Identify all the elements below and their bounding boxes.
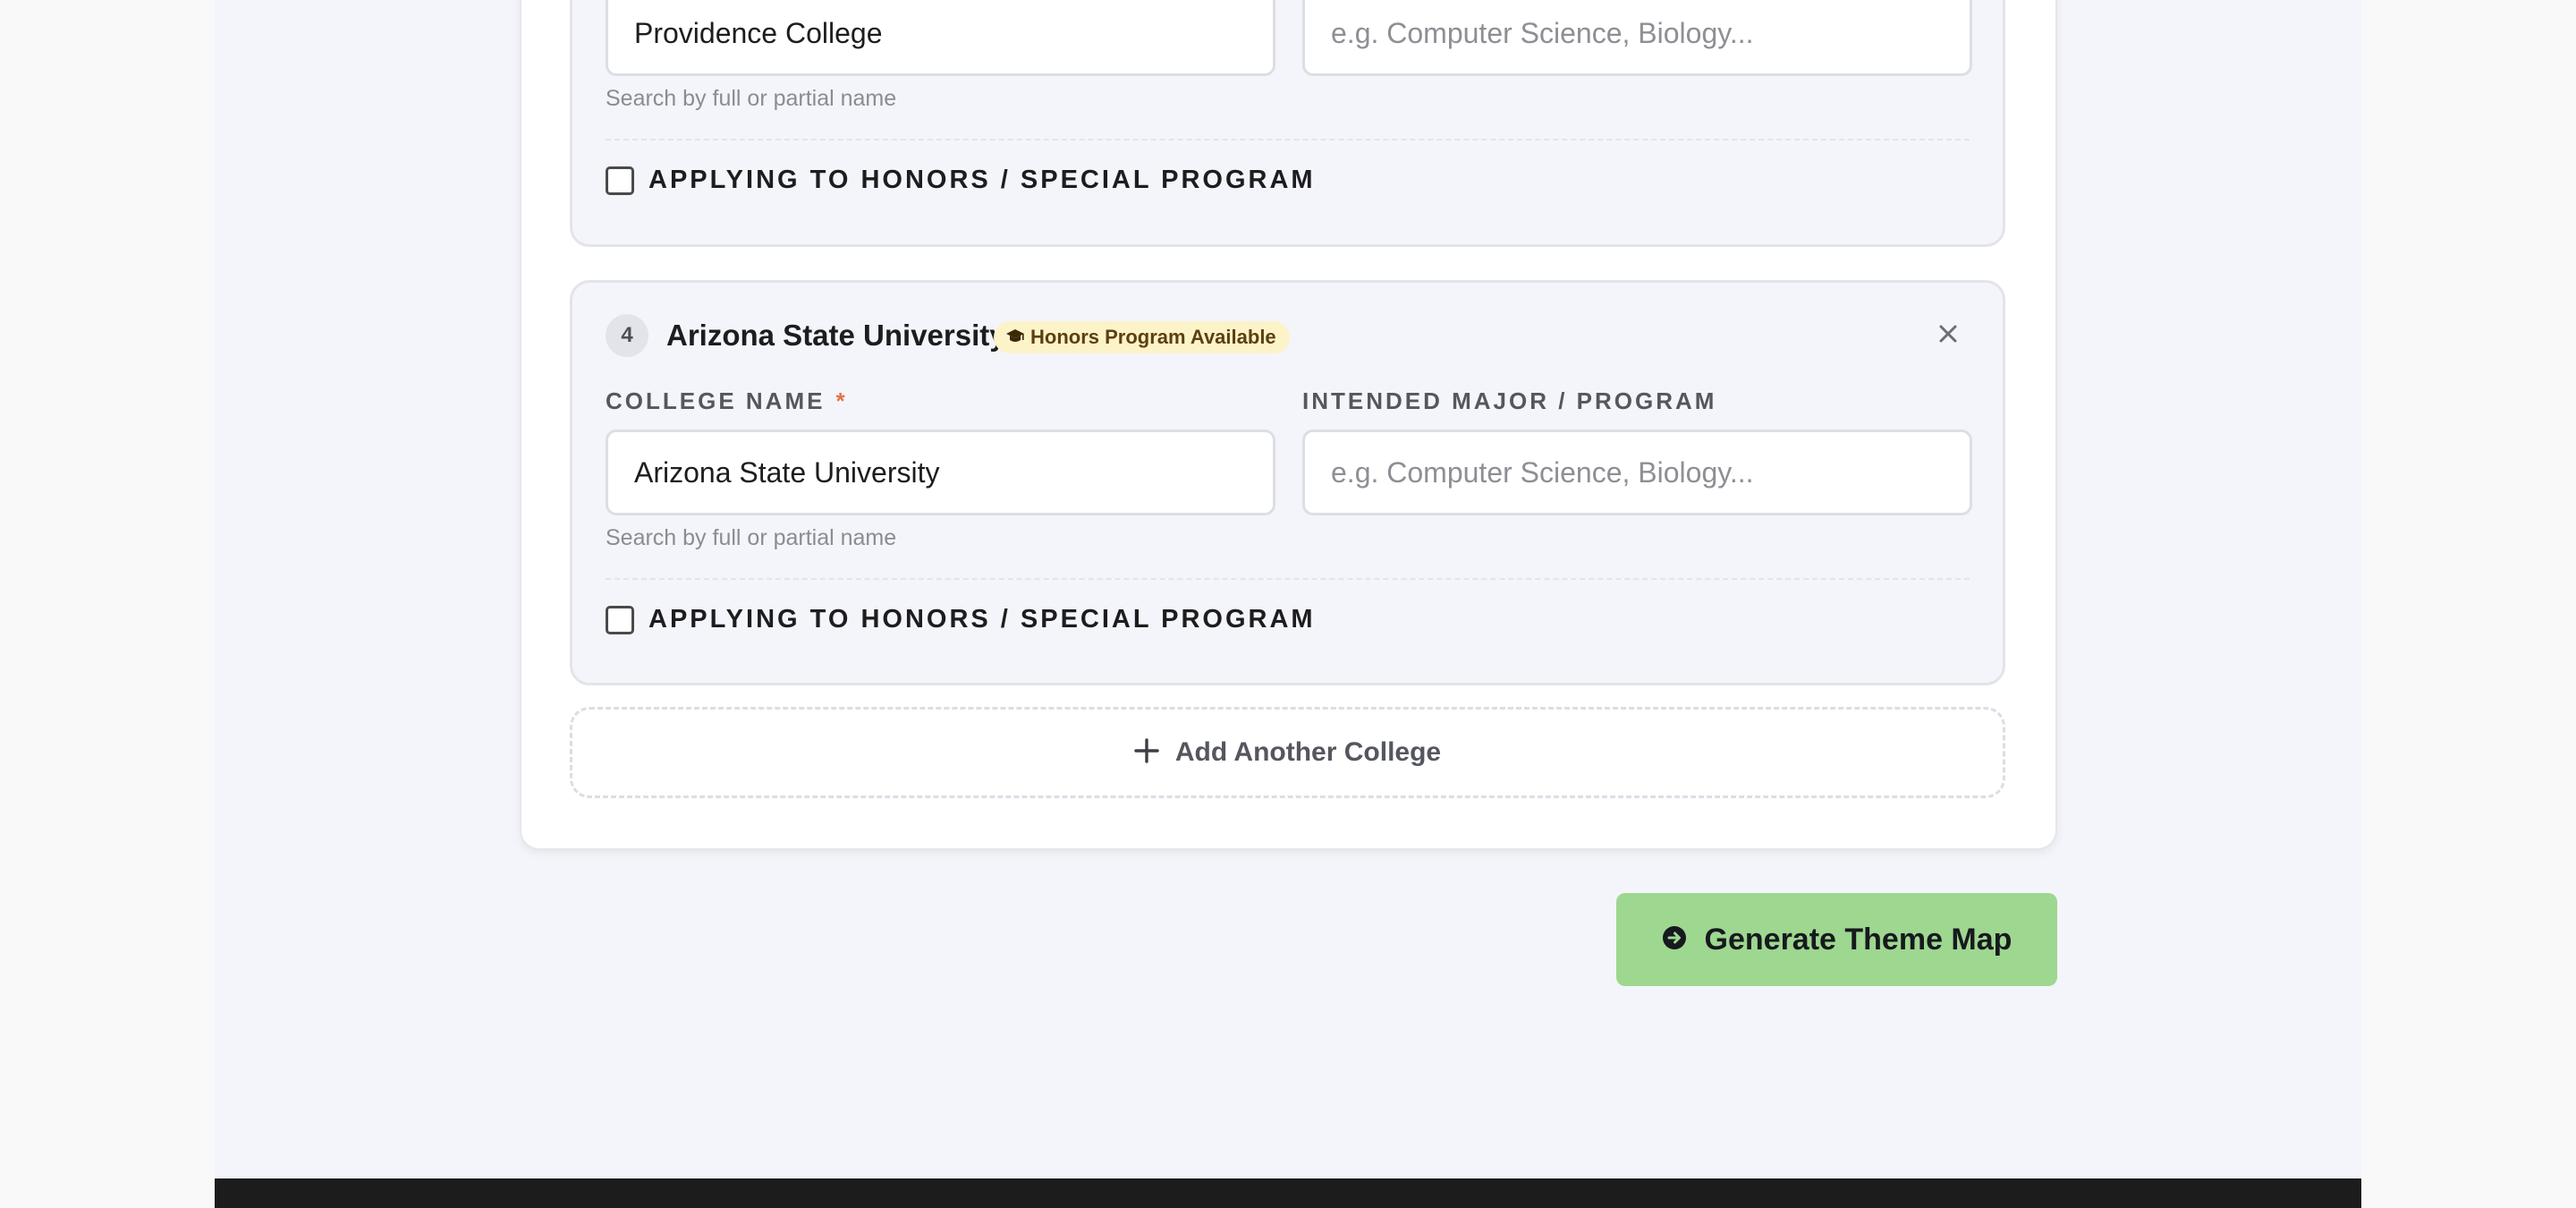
graduation-cap-icon xyxy=(1005,322,1025,354)
honors-badge-label: Honors Program Available xyxy=(1030,326,1276,348)
honors-checkbox[interactable] xyxy=(606,166,634,195)
honors-checkbox-label[interactable]: APPLYING TO HONORS / SPECIAL PROGRAM xyxy=(648,605,1316,634)
arrow-circle-right-icon xyxy=(1662,925,1687,955)
plus-icon xyxy=(1134,737,1159,768)
add-college-button[interactable]: Add Another College xyxy=(570,707,2005,798)
honors-checkbox[interactable] xyxy=(606,606,634,634)
close-icon xyxy=(1937,323,1959,349)
add-college-label: Add Another College xyxy=(1174,737,1442,767)
honors-available-badge: Honors Program Available xyxy=(994,321,1290,353)
college-name-label-text: COLLEGE NAME xyxy=(606,387,826,414)
intended-major-input[interactable] xyxy=(1302,430,1972,515)
intended-major-input[interactable] xyxy=(1302,0,1972,76)
college-name-input[interactable] xyxy=(606,0,1275,76)
generate-theme-map-button[interactable]: Generate Theme Map xyxy=(1616,893,2057,986)
college-name-hint: Search by full or partial name xyxy=(606,86,897,111)
college-number-badge: 4 xyxy=(606,314,648,357)
college-title: Arizona State University xyxy=(666,319,1006,352)
college-name-input[interactable] xyxy=(606,430,1275,515)
generate-theme-map-label: Generate Theme Map xyxy=(1704,922,2012,957)
honors-checkbox-label[interactable]: APPLYING TO HONORS / SPECIAL PROGRAM xyxy=(648,166,1316,195)
remove-college-button[interactable] xyxy=(1930,318,1966,353)
required-marker: * xyxy=(835,387,848,414)
college-name-label: COLLEGE NAME * xyxy=(606,387,848,415)
footer xyxy=(215,1178,2361,1208)
divider xyxy=(606,139,1970,140)
college-name-hint: Search by full or partial name xyxy=(606,525,897,550)
intended-major-label: INTENDED MAJOR / PROGRAM xyxy=(1302,387,1717,414)
divider xyxy=(606,578,1970,580)
